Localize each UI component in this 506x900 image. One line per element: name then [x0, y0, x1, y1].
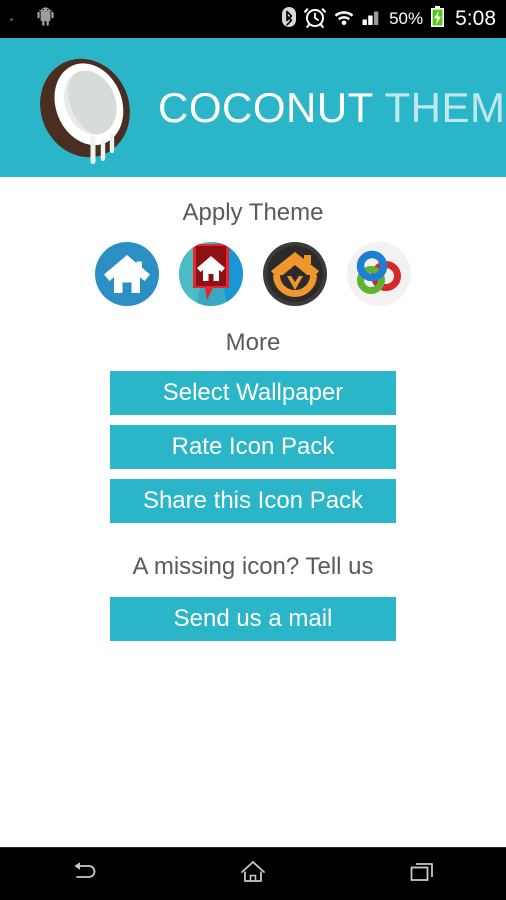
bluetooth-icon — [281, 6, 297, 33]
home-outline-icon — [239, 859, 267, 890]
launcher-icon-row — [93, 240, 413, 308]
page-title: COCONUT THEME — [158, 83, 506, 131]
recents-square-icon — [408, 860, 436, 889]
share-icon-pack-button[interactable]: Share this Icon Pack — [110, 479, 396, 523]
nav-recents-button[interactable] — [337, 848, 506, 900]
status-bar-left — [6, 7, 54, 31]
rate-icon-pack-button[interactable]: Rate Icon Pack — [110, 425, 396, 469]
select-wallpaper-button[interactable]: Select Wallpaper — [110, 371, 396, 415]
nav-home-button[interactable] — [169, 848, 338, 900]
more-label: More — [225, 329, 281, 356]
back-arrow-icon — [69, 859, 99, 890]
android-robot-icon — [37, 7, 54, 31]
apply-theme-label: Apply Theme — [182, 199, 324, 226]
battery-charging-icon — [430, 5, 445, 33]
status-bar-clock: 5:08 — [455, 7, 496, 30]
nova-launcher-icon[interactable] — [93, 240, 161, 308]
apex-launcher-icon[interactable] — [177, 240, 245, 308]
status-dot-icon — [10, 17, 13, 21]
alarm-clock-icon — [304, 6, 326, 33]
app-header: COCONUT THEME — [0, 38, 506, 177]
status-bar: 50% 5:08 — [0, 0, 506, 38]
title-suffix: THEME — [384, 83, 506, 131]
adw-launcher-icon[interactable] — [261, 240, 329, 308]
app-screen: 50% 5:08 COCONUT THEM Apply Theme More S… — [0, 0, 506, 900]
cell-signal-icon — [362, 8, 382, 31]
more-button-list: Select Wallpaper Rate Icon Pack Share th… — [110, 371, 396, 523]
missing-icon-label: A missing icon? Tell us — [132, 553, 374, 580]
main-content: Apply Theme More Select Wallpaper Rate I… — [0, 177, 506, 847]
android-nav-bar — [0, 847, 506, 900]
send-mail-button[interactable]: Send us a mail — [110, 597, 396, 641]
wifi-icon — [333, 8, 355, 31]
battery-percent-label: 50% — [389, 9, 424, 28]
go-launcher-icon[interactable] — [345, 240, 413, 308]
status-bar-right: 50% 5:08 — [281, 5, 496, 33]
nav-back-button[interactable] — [0, 848, 169, 900]
title-brand: COCONUT — [158, 83, 374, 131]
coconut-logo-icon — [26, 49, 144, 167]
